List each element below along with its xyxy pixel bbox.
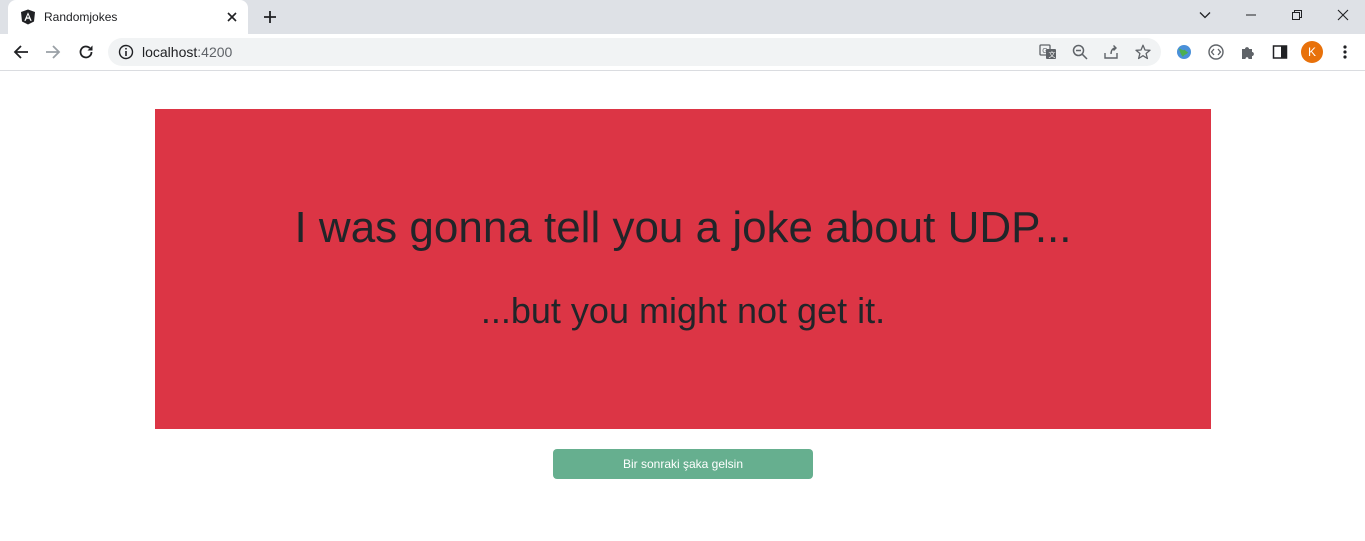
share-icon[interactable] (1101, 42, 1121, 62)
tab-strip: Randomjokes (0, 0, 1365, 34)
bookmark-star-icon[interactable] (1133, 42, 1153, 62)
extensions-puzzle-icon[interactable] (1234, 38, 1262, 66)
forward-icon[interactable] (39, 38, 67, 66)
svg-text:文: 文 (1049, 50, 1056, 59)
site-info-icon[interactable] (118, 44, 134, 60)
browser-tab[interactable]: Randomjokes (8, 0, 248, 34)
joke-setup: I was gonna tell you a joke about UDP... (294, 203, 1072, 252)
reload-icon[interactable] (72, 38, 100, 66)
browser-toolbar: localhost:4200 G 文 (0, 34, 1365, 71)
tab-search-chevron-icon[interactable] (1182, 0, 1228, 30)
profile-avatar[interactable]: K (1301, 41, 1323, 63)
more-menu-icon[interactable] (1331, 38, 1359, 66)
code-extension-icon[interactable] (1202, 38, 1230, 66)
back-icon[interactable] (7, 38, 35, 66)
new-tab-icon[interactable] (258, 5, 282, 29)
url-port: :4200 (197, 44, 233, 60)
joke-card: I was gonna tell you a joke about UDP...… (155, 109, 1211, 429)
joke-punchline: ...but you might not get it. (480, 290, 886, 331)
minimize-icon[interactable] (1228, 0, 1274, 30)
url-text[interactable]: localhost:4200 (142, 44, 232, 60)
globe-extension-icon[interactable] (1170, 38, 1198, 66)
angular-logo-icon (20, 9, 36, 25)
zoom-icon[interactable] (1070, 42, 1090, 62)
tab-title: Randomjokes (44, 10, 118, 24)
restore-icon[interactable] (1274, 0, 1320, 30)
translate-icon[interactable]: G 文 (1038, 42, 1058, 62)
address-bar[interactable]: localhost:4200 G 文 (108, 38, 1161, 66)
side-panel-icon[interactable] (1266, 38, 1294, 66)
close-tab-icon[interactable] (224, 9, 240, 25)
url-host: localhost (142, 44, 198, 60)
svg-text:G: G (1042, 48, 1047, 55)
close-window-icon[interactable] (1320, 0, 1365, 30)
next-joke-button[interactable]: Bir sonraki şaka gelsin (553, 449, 813, 479)
